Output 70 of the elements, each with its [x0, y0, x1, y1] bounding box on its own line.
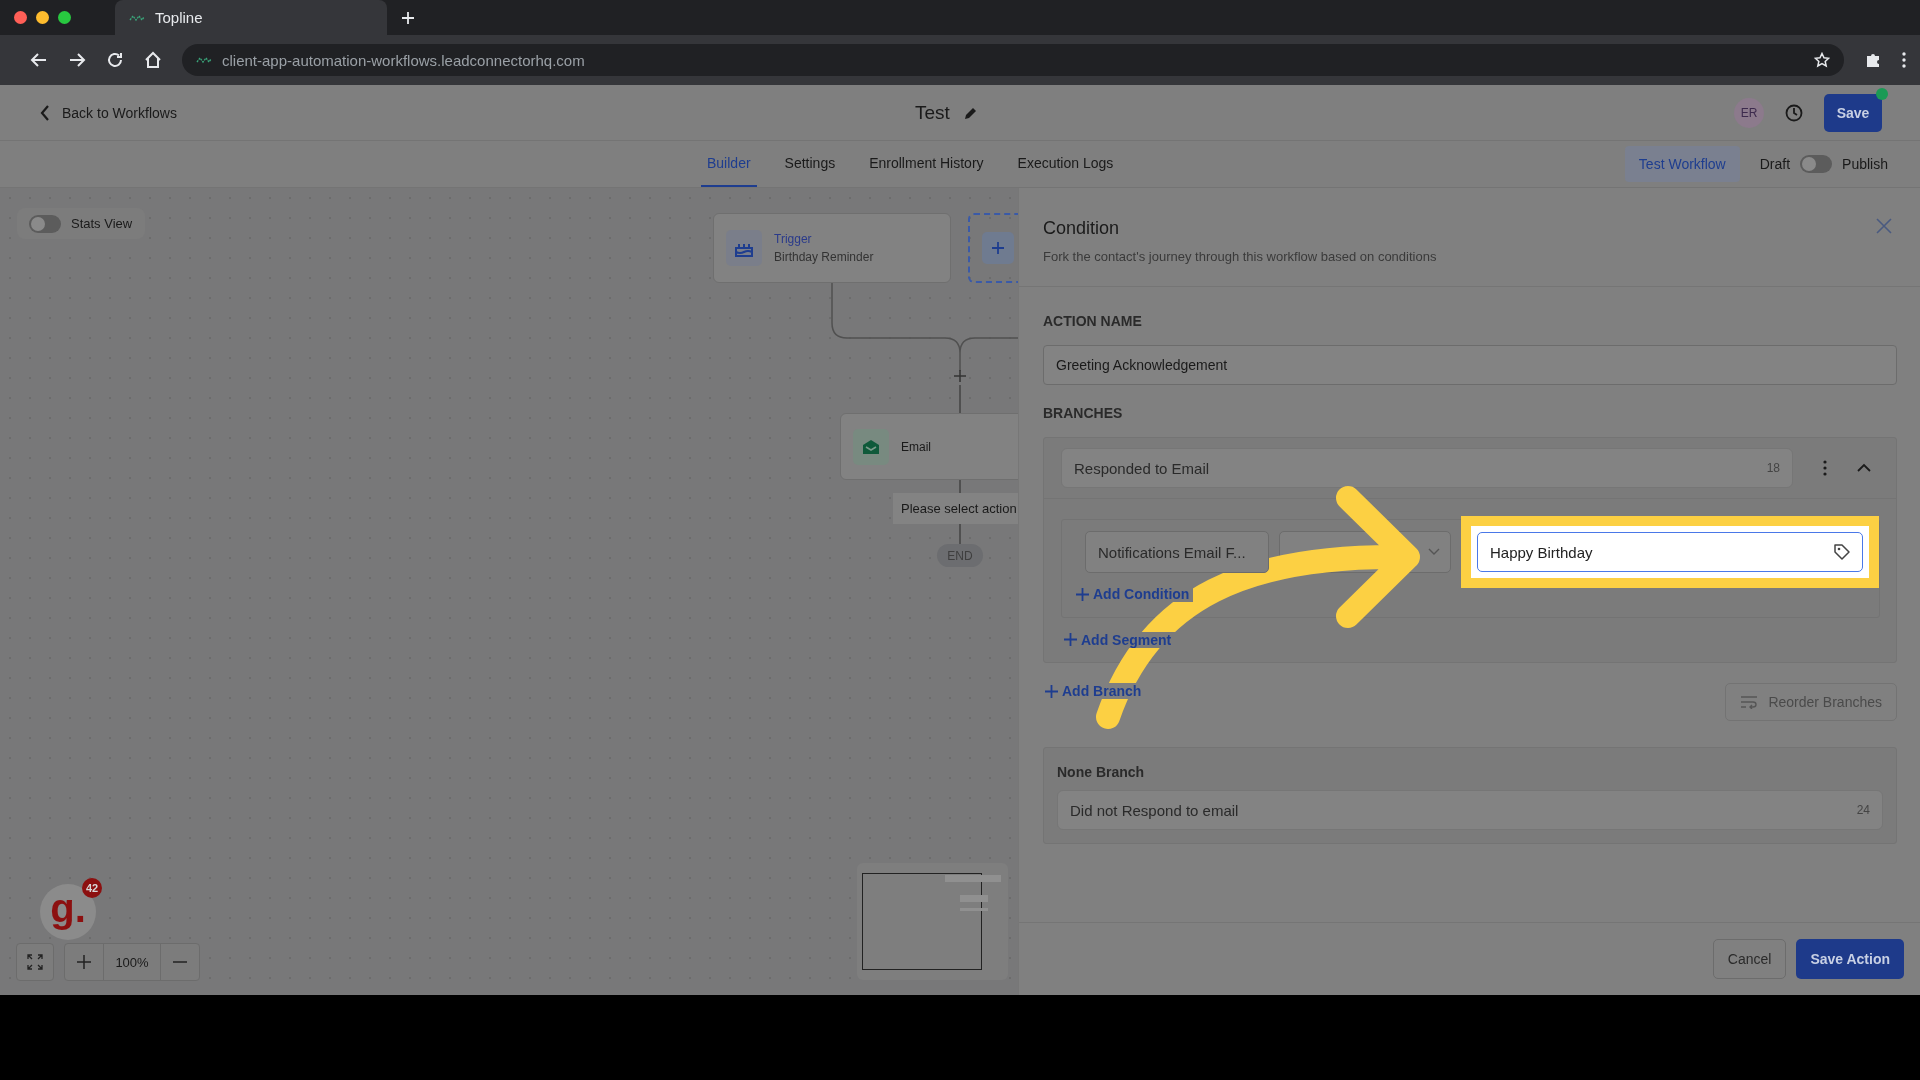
fit-screen-icon — [27, 954, 43, 970]
minimap[interactable] — [857, 863, 1008, 980]
back-arrow-icon[interactable] — [30, 51, 48, 69]
none-branch-input[interactable]: Did not Respond to email 24 — [1057, 790, 1883, 830]
value-input[interactable]: Happy Birthday — [1477, 532, 1863, 572]
tab[interactable]: Enrollment History — [863, 141, 990, 187]
field-select[interactable]: Notifications Email F... — [1085, 531, 1269, 573]
star-icon[interactable] — [1814, 52, 1830, 68]
plus-icon — [77, 955, 91, 969]
panel-title: Condition — [1043, 218, 1121, 239]
save-action-button[interactable]: Save Action — [1796, 939, 1904, 979]
branches-label: BRANCHES — [1043, 405, 1124, 421]
publish-label: Publish — [1842, 156, 1888, 172]
action-name-label: ACTION NAME — [1043, 313, 1143, 329]
node-title: Email — [901, 439, 931, 454]
pencil-icon[interactable] — [963, 105, 978, 120]
node-title: Trigger — [774, 232, 813, 246]
user-avatar[interactable]: ER — [1734, 97, 1764, 128]
status-dot — [1876, 87, 1888, 100]
menu-icon[interactable] — [1902, 52, 1906, 68]
save-button[interactable]: Save — [1824, 93, 1882, 132]
fit-screen-button[interactable] — [16, 943, 54, 981]
workflow-title: Test — [915, 101, 950, 124]
tag-icon[interactable] — [1833, 543, 1851, 561]
add-segment-link[interactable]: Add Segment — [1064, 631, 1176, 648]
draft-label: Draft — [1759, 156, 1791, 172]
trigger-node[interactable]: Trigger Birthday Reminder — [713, 213, 951, 283]
browser-tab[interactable]: Topline — [115, 0, 387, 35]
maximize-window-button[interactable] — [58, 11, 71, 24]
action-tooltip: Please select action — [893, 493, 1018, 524]
minus-icon — [173, 960, 187, 964]
home-icon[interactable] — [144, 51, 162, 69]
address-bar[interactable]: client-app-automation-workflows.leadconnectorhq.com — [182, 44, 1844, 76]
chevron-icon[interactable] — [1857, 463, 1871, 473]
stats-view-label: Stats View — [71, 216, 133, 231]
publish-toggle[interactable] — [1800, 155, 1833, 173]
plus-icon — [1064, 633, 1077, 646]
cancel-button[interactable]: Cancel — [1712, 939, 1787, 979]
back-link[interactable]: Back to Workflows — [40, 104, 177, 121]
history-icon[interactable] — [1784, 102, 1804, 123]
tab[interactable]: Execution Logs — [1011, 141, 1120, 187]
reorder-icon — [1740, 695, 1759, 709]
tab[interactable]: Settings — [778, 141, 842, 187]
kebab-menu-icon[interactable] — [1823, 460, 1827, 476]
plus-icon — [991, 241, 1005, 255]
chevron-down-icon — [1428, 548, 1440, 556]
email-node[interactable]: Email — [840, 413, 1018, 480]
new-tab-icon[interactable] — [401, 10, 415, 25]
node-subtitle: Birthday Reminder — [774, 250, 874, 264]
add-condition-link[interactable]: Add Condition — [1076, 586, 1194, 602]
action-name-input[interactable]: Greeting Acknowledgement — [1043, 345, 1897, 385]
minimize-window-button[interactable] — [36, 11, 49, 24]
chevron-left-icon — [40, 104, 50, 121]
envelope-icon — [862, 438, 880, 455]
panel-subtitle: Fork the contact's journey through this workflow based on conditions — [1043, 249, 1438, 264]
zoom-level: 100% — [103, 944, 161, 980]
branch-name-input[interactable]: Responded to Email 18 — [1061, 448, 1793, 488]
plus-icon — [1045, 684, 1058, 698]
reload-icon[interactable] — [106, 51, 124, 69]
stats-view-toggle[interactable] — [29, 214, 61, 233]
add-step-icon[interactable] — [953, 369, 967, 383]
notification-count: 42 — [82, 878, 102, 898]
close-window-button[interactable] — [14, 11, 27, 24]
none-branch-label: None Branch — [1057, 764, 1146, 780]
puzzle-icon[interactable] — [1864, 51, 1882, 69]
plus-icon — [1076, 587, 1089, 601]
wave-icon — [196, 56, 212, 64]
test-workflow-button[interactable]: Test Workflow — [1624, 146, 1740, 182]
forward-arrow-icon[interactable] — [68, 51, 86, 69]
wave-icon — [129, 13, 145, 22]
